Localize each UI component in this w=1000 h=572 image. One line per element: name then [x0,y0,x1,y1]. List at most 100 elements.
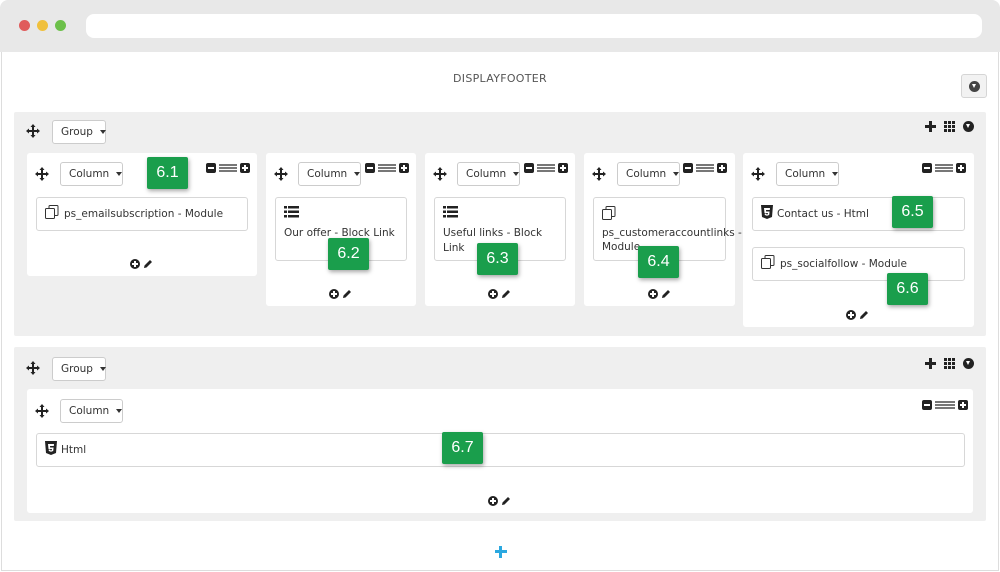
copy-module-icon [761,254,776,274]
column-dropdown-label: Column [785,168,826,180]
browser-chrome [0,0,1000,52]
width-bars-icon[interactable] [935,164,953,172]
add-icon[interactable] [488,496,498,506]
column-dropdown[interactable]: Column [617,162,680,186]
chevron-down-icon [513,172,520,176]
module-item[interactable]: ps_socialfollow - Module [752,247,965,281]
plus-icon[interactable] [717,163,727,173]
column-dropdown[interactable]: Column [776,162,839,186]
pencil-icon[interactable] [342,289,352,299]
chevron-down-icon [673,172,680,176]
plus-icon[interactable] [558,163,568,173]
group-dropdown[interactable]: Group [52,357,106,381]
pencil-icon[interactable] [501,289,511,299]
column-dropdown-label: Column [307,168,348,180]
group-dropdown[interactable]: Group [52,120,106,144]
module-label: Html [61,443,87,456]
grid-icon[interactable] [944,121,955,132]
group-tools [925,121,974,132]
add-icon[interactable] [925,358,936,369]
plus-icon[interactable] [958,400,968,410]
pencil-icon[interactable] [661,289,671,299]
module-label: ps_emailsubscription - Module [64,207,224,220]
list-icon [443,206,557,223]
add-icon[interactable] [488,289,498,299]
annotation-badge: 6.6 [887,273,928,305]
move-icon[interactable] [751,167,765,181]
column-dropdown-label: Column [69,168,110,180]
maximize-window-dot[interactable] [55,20,66,31]
move-icon[interactable] [26,361,40,375]
move-icon[interactable] [274,167,288,181]
module-label: ps_socialfollow - Module [780,257,907,270]
chevron-down-icon [99,130,106,134]
column-dropdown[interactable]: Column [60,162,123,186]
minus-icon[interactable] [206,163,216,173]
column-tools [365,163,409,173]
chevron-down-icon [116,172,123,176]
html5-icon [761,204,773,224]
minus-icon[interactable] [524,163,534,173]
plus-icon[interactable] [240,163,250,173]
column-tools [524,163,568,173]
copy-module-icon [602,206,717,225]
column-tools [683,163,727,173]
minus-icon[interactable] [922,163,932,173]
chevron-down-icon [99,367,106,371]
column-tools [206,163,250,173]
pencil-icon[interactable] [859,310,869,320]
copy-module-icon [45,204,60,224]
move-icon[interactable] [433,167,447,181]
add-icon[interactable] [130,259,140,269]
column-dropdown-label: Column [69,405,110,417]
minus-icon[interactable] [365,163,375,173]
add-icon[interactable] [846,310,856,320]
width-bars-icon[interactable] [537,164,555,172]
move-icon[interactable] [35,167,49,181]
collapse-down-icon[interactable] [963,121,974,132]
minimize-window-dot[interactable] [37,20,48,31]
group-dropdown-label: Group [61,126,93,138]
module-item[interactable]: Contact us - Html [752,197,965,231]
move-icon[interactable] [592,167,606,181]
width-bars-icon[interactable] [219,164,237,172]
column-dropdown[interactable]: Column [298,162,361,186]
width-bars-icon[interactable] [935,401,955,409]
module-item[interactable]: ps_emailsubscription - Module [36,197,248,231]
module-label: Contact us - Html [777,207,869,220]
collapse-down-icon[interactable] [963,358,974,369]
column-dropdown[interactable]: Column [457,162,520,186]
hook-collapse-button[interactable] [961,74,987,98]
close-window-dot[interactable] [19,20,30,31]
column-dropdown[interactable]: Column [60,399,123,423]
minus-icon[interactable] [922,400,932,410]
module-item[interactable]: Html [36,433,965,467]
column-dropdown-label: Column [626,168,667,180]
chevron-down-icon [832,172,839,176]
add-group-icon[interactable] [495,546,507,558]
annotation-badge: 6.7 [442,432,483,464]
move-icon[interactable] [35,404,49,418]
column-footer-actions [488,289,511,299]
grid-icon[interactable] [944,358,955,369]
minus-icon[interactable] [683,163,693,173]
annotation-badge: 6.5 [892,196,933,228]
add-icon[interactable] [925,121,936,132]
group-dropdown-label: Group [61,363,93,375]
add-icon[interactable] [329,289,339,299]
add-icon[interactable] [648,289,658,299]
address-bar[interactable] [86,14,982,38]
plus-icon[interactable] [399,163,409,173]
pencil-icon[interactable] [143,259,153,269]
plus-icon[interactable] [956,163,966,173]
width-bars-icon[interactable] [696,164,714,172]
move-icon[interactable] [26,124,40,138]
column-footer-actions [846,310,869,320]
annotation-badge: 6.4 [638,246,679,278]
list-icon [284,206,398,223]
column-footer-actions [329,289,352,299]
width-bars-icon[interactable] [378,164,396,172]
column-footer-actions [488,496,511,506]
pencil-icon[interactable] [501,496,511,506]
hook-title: DISPLAYFOOTER [453,72,547,85]
